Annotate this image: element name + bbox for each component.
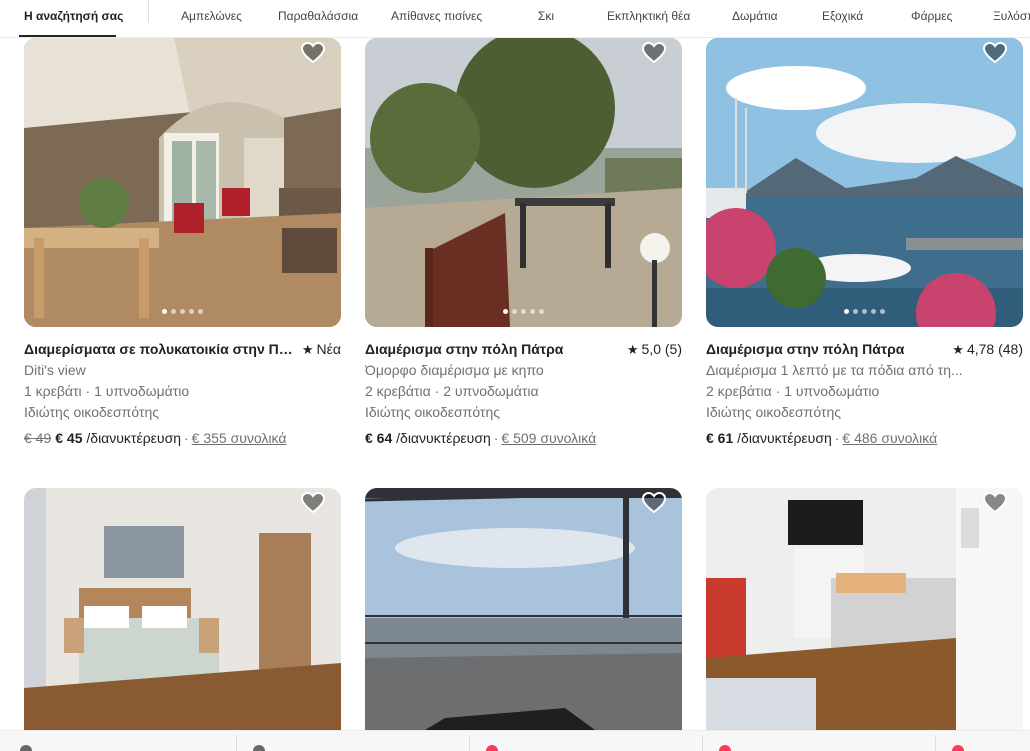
star-icon: ★ [301, 342, 314, 357]
category-amazing-views[interactable]: Εκπληκτική θέα [607, 9, 690, 23]
listing-host-type: Ιδιώτης οικοδεσπότης [24, 404, 159, 420]
original-price: € 49 [24, 430, 52, 446]
category-vineyards[interactable]: Αμπελώνες [181, 9, 242, 23]
active-category-indicator [19, 35, 116, 37]
listing-title: Διαμέρισμα στην πόλη Πάτρα [365, 341, 564, 357]
listing-photo-image [706, 38, 1023, 327]
listing-price: € 61 /διανυκτέρευση · € 486 συνολικά [706, 430, 938, 446]
total-price-link[interactable]: € 355 συνολικά [192, 430, 287, 446]
listing-photo-image [365, 38, 682, 327]
listing-beds: 2 κρεβάτια · 2 υπνοδωμάτια [365, 383, 539, 399]
bottom-divider [935, 735, 936, 751]
listing-photo[interactable] [24, 38, 341, 327]
photo-pagination-dots [706, 309, 1023, 314]
category-rooms[interactable]: Δωμάτια [732, 9, 778, 23]
listing-photo-image [24, 488, 341, 730]
category-countryside[interactable]: Εξοχικά [822, 9, 863, 23]
listing-photo[interactable] [365, 38, 682, 327]
listing-beds: 1 κρεβάτι · 1 υπνοδωμάτιο [24, 383, 190, 399]
heart-icon[interactable] [301, 42, 325, 64]
category-farms[interactable]: Φάρμες [911, 9, 952, 23]
star-icon: ★ [952, 342, 964, 357]
category-bar: Η αναζήτησή σας Αμπελώνες Παραθαλάσσια Α… [0, 0, 1030, 38]
listing-subtitle: Όμορφο διαμέρισμα με κηπο [365, 362, 544, 378]
listing-price: € 64 /διανυκτέρευση · € 509 συνολικά [365, 430, 597, 446]
total-price-link[interactable]: € 486 συνολικά [842, 430, 937, 446]
bottom-icon [486, 745, 498, 751]
current-price: € 61 [706, 430, 734, 446]
current-price: € 45 [55, 430, 83, 446]
listing-card[interactable]: Διαμέρισμα στην πόλη Πάτρα ★ 5,0 (5) Όμορ… [365, 38, 682, 446]
category-divider [148, 0, 149, 22]
bottom-icon [253, 745, 265, 751]
listing-rating: ★ 4,78 (48) [952, 341, 1023, 357]
category-ski[interactable]: Σκι [538, 9, 554, 23]
listing-card[interactable] [365, 488, 682, 730]
bottom-icon [20, 745, 32, 751]
listing-subtitle: Diti's view [24, 362, 86, 378]
star-icon: ★ [626, 342, 639, 357]
listing-photo[interactable] [365, 488, 682, 730]
heart-icon[interactable] [983, 42, 1007, 64]
listing-title: Διαμερίσματα σε πολυκατοικία στην Πάτρα [24, 341, 294, 357]
photo-pagination-dots [365, 309, 682, 314]
bottom-bar [0, 730, 1030, 751]
bottom-divider [469, 735, 470, 751]
listing-rating: ★ 5,0 (5) [626, 341, 682, 357]
listing-rating: ★ Νέα [301, 341, 341, 357]
listing-photo[interactable] [706, 488, 1023, 730]
listing-photo-image [24, 38, 341, 327]
listing-card[interactable] [24, 488, 341, 730]
heart-icon[interactable] [642, 42, 666, 64]
category-your-search[interactable]: Η αναζήτησή σας [24, 9, 123, 23]
heart-icon[interactable] [983, 492, 1007, 514]
listing-beds: 2 κρεβάτια · 1 υπνοδωμάτιο [706, 383, 880, 399]
heart-icon[interactable] [301, 492, 325, 514]
bottom-divider [236, 735, 237, 751]
listing-card[interactable]: Διαμερίσματα σε πολυκατοικία στην Πάτρα … [24, 38, 341, 446]
listing-photo-image [365, 488, 682, 730]
listing-host-type: Ιδιώτης οικοδεσπότης [365, 404, 500, 420]
listing-photo[interactable] [24, 488, 341, 730]
listing-subtitle: Διαμέρισμα 1 λεπτό με τα πόδια από τη... [706, 362, 963, 378]
total-price-link[interactable]: € 509 συνολικά [501, 430, 596, 446]
bottom-icon [719, 745, 731, 751]
category-cabins[interactable]: Ξυλόσπιτα [993, 9, 1030, 23]
current-price: € 64 [365, 430, 393, 446]
listing-host-type: Ιδιώτης οικοδεσπότης [706, 404, 841, 420]
listing-card[interactable]: Διαμέρισμα στην πόλη Πάτρα ★ 4,78 (48) Δι… [706, 38, 1023, 446]
listing-photo[interactable] [706, 38, 1023, 327]
listing-card[interactable] [706, 488, 1023, 730]
heart-icon[interactable] [642, 492, 666, 514]
listing-photo-image [706, 488, 1023, 730]
category-beachfront[interactable]: Παραθαλάσσια [278, 9, 358, 23]
listing-title: Διαμέρισμα στην πόλη Πάτρα [706, 341, 905, 357]
bottom-divider [702, 735, 703, 751]
listing-price: € 49 € 45 /διανυκτέρευση · € 355 συνολικά [24, 430, 287, 446]
category-amazing-pools[interactable]: Απίθανες πισίνες [391, 9, 482, 23]
bottom-icon [952, 745, 964, 751]
photo-pagination-dots [24, 309, 341, 314]
